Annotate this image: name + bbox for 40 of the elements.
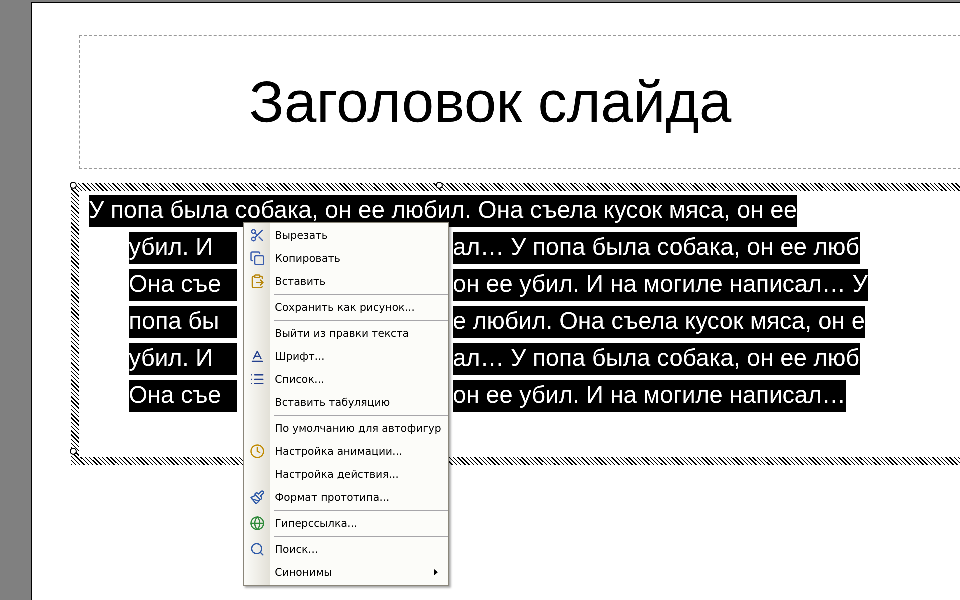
selected-text: Она съе <box>129 269 237 301</box>
menu-item[interactable]: Копировать <box>244 247 448 270</box>
resize-handle[interactable] <box>70 448 77 455</box>
menu-item[interactable]: Вырезать <box>244 224 448 247</box>
menu-item[interactable]: Настройка анимации... <box>244 440 448 463</box>
selected-text: попа бы <box>129 306 237 338</box>
copy-icon <box>250 251 264 266</box>
menu-item[interactable]: По умолчанию для автофигур <box>244 417 448 440</box>
selected-text: ал… У попа была собака, он ее люб <box>453 232 860 264</box>
submenu-arrow-icon <box>434 569 438 576</box>
selected-text: Она съе <box>129 380 237 412</box>
selected-text: е любил. Она съела кусок мяса, он е <box>453 306 866 338</box>
clock-icon <box>250 444 264 459</box>
clipboard-icon <box>250 274 264 289</box>
search-icon <box>250 542 264 557</box>
resize-handle[interactable] <box>436 182 443 189</box>
menu-item[interactable]: Список... <box>244 368 448 391</box>
resize-handle[interactable] <box>70 182 77 189</box>
slide-title: Заголовок слайда <box>249 68 732 136</box>
menu-item[interactable]: Вставить табуляцию <box>244 391 448 414</box>
font-icon <box>250 349 264 364</box>
menu-item[interactable]: Выйти из правки текста <box>244 322 448 345</box>
selected-text: убил. И <box>129 343 237 375</box>
selected-text: У попа была собака, он ее любил. Она съела кусок мяса, он ее <box>89 195 798 227</box>
menu-item[interactable]: Вставить <box>244 270 448 293</box>
paintbrush-icon <box>250 490 264 505</box>
globe-icon <box>250 516 264 531</box>
menu-item[interactable]: Настройка действия... <box>244 463 448 486</box>
selected-text: ал… У попа была собака, он ее люб <box>453 343 860 375</box>
selected-text: убил. И <box>129 232 237 264</box>
selected-text: он ее убил. И на могиле написал… У <box>453 269 868 301</box>
selected-text: он ее убил. И на могиле написал… <box>453 380 846 412</box>
menu-item[interactable]: Синонимы <box>244 561 448 584</box>
menu-item[interactable]: Поиск... <box>244 538 448 561</box>
menu-item[interactable]: Гиперссылка... <box>244 512 448 535</box>
menu-item[interactable]: Формат прототипа... <box>244 486 448 509</box>
menu-item[interactable]: Сохранить как рисунок... <box>244 296 448 319</box>
scissors-icon <box>250 228 264 243</box>
menu-item[interactable]: Шрифт... <box>244 345 448 368</box>
list-icon <box>250 372 264 387</box>
